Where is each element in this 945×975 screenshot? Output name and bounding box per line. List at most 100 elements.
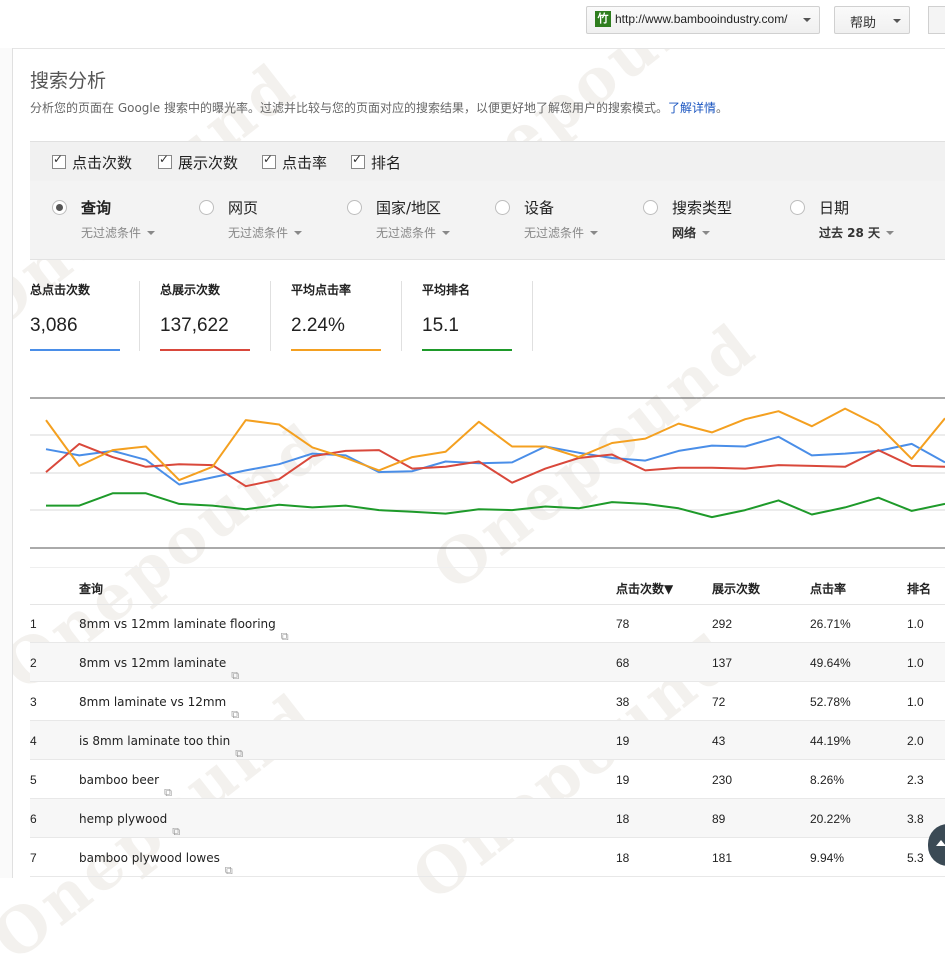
left-rail	[0, 48, 13, 878]
checkbox-checked-icon[interactable]	[52, 152, 66, 169]
query-link[interactable]: is 8mm laminate too thin ⧉	[79, 734, 243, 760]
radio-selected-icon[interactable]	[52, 200, 67, 215]
external-link-icon[interactable]: ⧉	[235, 747, 243, 761]
ctr-value: 26.71%	[810, 617, 851, 631]
position-value: 1.0	[907, 656, 924, 670]
summary-label: 总展示次数	[160, 283, 221, 297]
summary-value: 137,622	[160, 315, 229, 336]
query-link[interactable]: 8mm vs 12mm laminate ⧉	[79, 656, 239, 682]
header-position[interactable]: 排名	[907, 580, 931, 597]
dimension-filter[interactable]: 过去 28 天	[819, 224, 895, 241]
dimension-filter[interactable]: 无过滤条件	[228, 224, 303, 241]
metric-label: 点击次数	[72, 154, 133, 172]
ctr-value: 8.26%	[810, 773, 845, 787]
metric-position-checkbox[interactable]: 排名	[351, 152, 401, 173]
divider	[139, 281, 140, 351]
help-button[interactable]: 帮助	[834, 6, 910, 34]
site-url: http://www.bambooindustry.com/	[615, 12, 788, 26]
series-color-line	[422, 349, 512, 351]
header-clicks[interactable]: 点击次数▼	[616, 580, 673, 597]
metric-label: 排名	[371, 154, 402, 172]
table-header: 查询 点击次数▼ 展示次数 点击率 排名	[30, 567, 945, 605]
chevron-down-icon	[893, 19, 901, 23]
radio-icon[interactable]	[199, 200, 214, 215]
checkbox-checked-icon[interactable]	[158, 152, 172, 169]
row-number: 5	[30, 773, 37, 787]
top-bar: 竹 http://www.bambooindustry.com/ 帮助	[0, 0, 945, 49]
metric-impressions-checkbox[interactable]: 展示次数	[158, 152, 238, 173]
ctr-value: 49.64%	[810, 656, 851, 670]
row-number: 3	[30, 695, 37, 709]
external-link-icon[interactable]: ⧉	[164, 786, 172, 800]
period: 。	[715, 101, 728, 115]
metric-checkbox-bar: 点击次数 展示次数 点击率 排名	[30, 141, 945, 183]
position-value: 2.0	[907, 734, 924, 748]
row-number: 4	[30, 734, 37, 748]
ctr-value: 44.19%	[810, 734, 851, 748]
position-value: 2.3	[907, 773, 924, 787]
page-description: 分析您的页面在 Google 搜索中的曝光率。过滤并比较与您的页面对应的搜索结果…	[30, 99, 728, 116]
radio-icon[interactable]	[790, 200, 805, 215]
external-link-icon[interactable]: ⧉	[225, 864, 233, 878]
radio-icon[interactable]	[495, 200, 510, 215]
query-link[interactable]: 8mm laminate vs 12mm ⧉	[79, 695, 239, 721]
dimension-row: 查询 无过滤条件 网页 无过滤条件 国家/地区 无过滤条件 设备 无过滤条件 搜…	[30, 181, 945, 260]
dimension-label: 网页	[228, 199, 259, 217]
header-impressions[interactable]: 展示次数	[712, 580, 760, 597]
table-row[interactable]: 2 8mm vs 12mm laminate ⧉ 68 137 49.64% 1.0	[30, 643, 945, 682]
chevron-down-icon	[147, 231, 156, 235]
table-row[interactable]: 1 8mm vs 12mm laminate flooring ⧉ 78 292 26.7…	[30, 604, 945, 643]
dimension-filter[interactable]: 网络	[672, 224, 711, 241]
table-row[interactable]: 7 bamboo plywood lowes ⧉ 18 181 9.94% 5.3	[30, 838, 945, 877]
summary-value: 2.24%	[291, 315, 345, 336]
query-link[interactable]: hemp plywood ⧉	[79, 812, 180, 838]
query-link[interactable]: bamboo beer ⧉	[79, 773, 172, 799]
radio-icon[interactable]	[643, 200, 658, 215]
impressions-value: 137	[712, 656, 733, 670]
clicks-value: 19	[616, 773, 630, 787]
impressions-value: 230	[712, 773, 733, 787]
metric-clicks-checkbox[interactable]: 点击次数	[52, 152, 132, 173]
account-button[interactable]	[928, 6, 945, 34]
chevron-down-icon	[702, 231, 711, 235]
header-query[interactable]: 查询	[79, 580, 103, 597]
dimension-filter[interactable]: 无过滤条件	[81, 224, 156, 241]
checkbox-checked-icon[interactable]	[351, 152, 365, 169]
table-row[interactable]: 3 8mm laminate vs 12mm ⧉ 38 72 52.78% 1.0	[30, 682, 945, 721]
impressions-value: 181	[712, 851, 733, 865]
clicks-value: 38	[616, 695, 630, 709]
ctr-value: 20.22%	[810, 812, 851, 826]
table-row[interactable]: 6 hemp plywood ⧉ 18 89 20.22% 3.8	[30, 799, 945, 838]
table-row[interactable]: 4 is 8mm laminate too thin ⧉ 19 43 44.19% 2.0	[30, 721, 945, 760]
metric-ctr-checkbox[interactable]: 点击率	[262, 152, 327, 173]
site-selector[interactable]: 竹 http://www.bambooindustry.com/	[586, 6, 820, 34]
external-link-icon[interactable]: ⧉	[231, 708, 239, 722]
dimension-filter[interactable]: 无过滤条件	[376, 224, 451, 241]
divider	[532, 281, 533, 351]
impressions-value: 43	[712, 734, 726, 748]
query-link[interactable]: 8mm vs 12mm laminate flooring ⧉	[79, 617, 289, 643]
page-title: 搜索分析	[30, 70, 107, 92]
chevron-down-icon	[294, 231, 303, 235]
dimension-filter[interactable]: 无过滤条件	[524, 224, 599, 241]
performance-line-chart[interactable]	[30, 390, 945, 560]
radio-icon[interactable]	[347, 200, 362, 215]
query-link[interactable]: bamboo plywood lowes ⧉	[79, 851, 233, 877]
external-link-icon[interactable]: ⧉	[281, 630, 289, 644]
clicks-value: 18	[616, 812, 630, 826]
dimension-label: 搜索类型	[672, 199, 733, 217]
table-row[interactable]: 5 bamboo beer ⧉ 19 230 8.26% 2.3	[30, 760, 945, 799]
series-color-line	[291, 349, 381, 351]
header-ctr[interactable]: 点击率	[810, 580, 846, 597]
checkbox-checked-icon[interactable]	[262, 152, 276, 169]
summary-value: 15.1	[422, 315, 459, 336]
learn-more-link[interactable]: 了解详情	[668, 101, 716, 115]
row-number: 2	[30, 656, 37, 670]
position-value: 5.3	[907, 851, 924, 865]
external-link-icon[interactable]: ⧉	[231, 669, 239, 683]
row-number: 7	[30, 851, 37, 865]
summary-value: 3,086	[30, 315, 78, 336]
clicks-value: 68	[616, 656, 630, 670]
external-link-icon[interactable]: ⧉	[172, 825, 180, 839]
summary-label: 平均点击率	[291, 283, 352, 297]
